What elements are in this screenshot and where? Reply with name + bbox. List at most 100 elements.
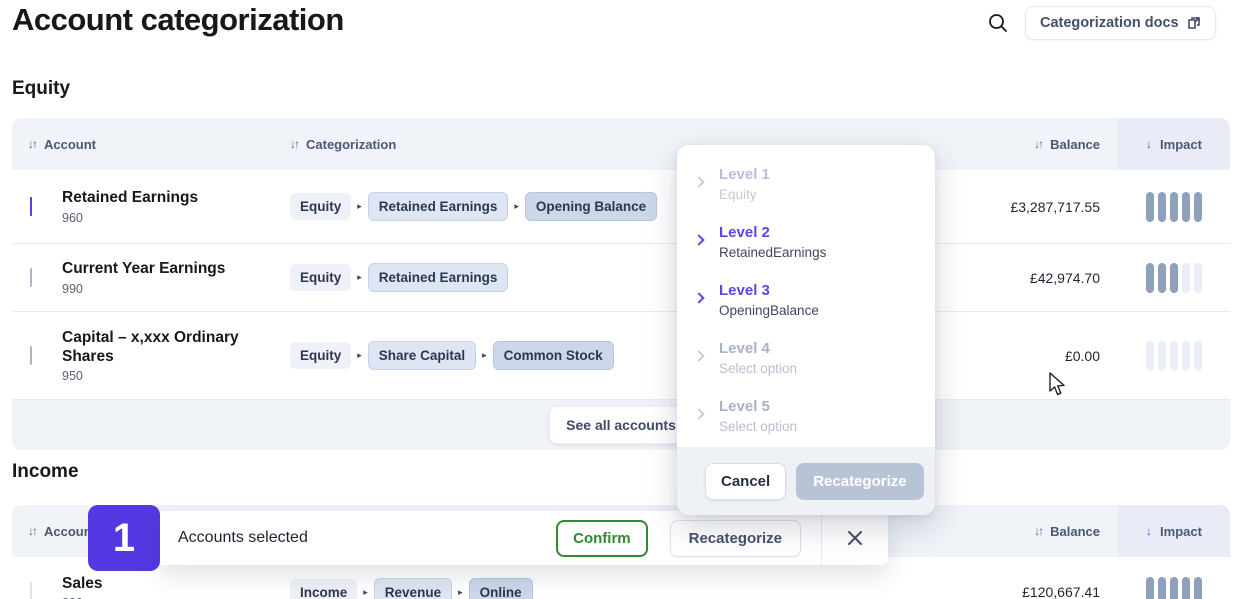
sort-down-icon[interactable]: ↓ [1146,137,1152,151]
column-header-impact[interactable]: ↓ Impact [1118,118,1230,170]
categorization-docs-label: Categorization docs [1040,15,1179,31]
tag-separator-icon: ▸ [514,201,519,212]
category-tag[interactable]: Equity [290,264,351,291]
sort-icon[interactable]: ↓↑ [28,524,36,538]
level-value: OpeningBalance [719,303,819,318]
impact-meter [1146,263,1202,293]
tag-separator-icon: ▸ [357,201,362,212]
impact-meter [1146,577,1202,599]
toast-recategorize-button[interactable]: Recategorize [670,520,801,557]
sort-icon[interactable]: ↓↑ [1034,137,1042,151]
column-header-account[interactable]: ↓↑ Account [12,118,290,170]
category-tag[interactable]: Retained Earnings [368,192,509,221]
account-name: Retained Earnings [62,188,280,207]
account-name: Capital – x,xxx Ordinary Shares [62,328,280,367]
section-heading-equity: Equity [12,78,70,100]
category-tag[interactable]: Opening Balance [525,192,657,221]
category-tag[interactable]: Equity [290,342,351,369]
search-icon [986,11,1010,35]
balance-value: £3,287,717.55 [908,199,1118,215]
popup-level-4[interactable]: Level 4 Select option [677,331,935,389]
recategorize-button-disabled[interactable]: Recategorize [796,463,923,500]
table-row-retained-earnings[interactable]: Retained Earnings 960 Equity ▸ Retained … [12,170,1230,244]
level-label: Level 3 [719,282,819,299]
sort-icon[interactable]: ↓↑ [28,137,36,151]
categorization-docs-button[interactable]: Categorization docs [1025,6,1216,40]
popup-level-5[interactable]: Level 5 Select option [677,389,935,447]
confirm-button[interactable]: Confirm [556,520,648,557]
row-checkbox[interactable] [30,582,32,599]
popup-level-list: Level 1 Equity Level 2 RetainedEarnings … [677,145,935,447]
popup-footer: Cancel Recategorize [677,447,935,515]
tag-separator-icon: ▸ [482,350,487,361]
chevron-right-icon [693,292,704,303]
sort-down-icon[interactable]: ↓ [1146,524,1152,538]
table-row-capital-ordinary-shares[interactable]: Capital – x,xxx Ordinary Shares 950 Equi… [12,312,1230,400]
level-value: RetainedEarnings [719,245,826,260]
impact-meter [1146,192,1202,222]
level-label: Level 2 [719,224,826,241]
selection-toast-label: Accounts selected [178,529,308,547]
column-header-balance[interactable]: ↓↑ Balance [908,505,1118,557]
tag-separator-icon: ▸ [357,272,362,283]
level-label: Level 5 [719,398,797,415]
equity-table: ↓↑ Account ↓↑ Categorization ↓↑ Balance … [12,118,1230,450]
category-tag[interactable]: Online [469,578,533,599]
account-code: 990 [62,282,280,296]
balance-value: £120,667.41 [908,584,1118,599]
column-header-balance[interactable]: ↓↑ Balance [908,118,1118,170]
selection-toast-bar: Accounts selected Confirm Recategorize [160,511,888,565]
category-tag[interactable]: Share Capital [368,341,476,370]
equity-table-header: ↓↑ Account ↓↑ Categorization ↓↑ Balance … [12,118,1230,170]
sort-icon[interactable]: ↓↑ [290,137,298,151]
chevron-right-icon [693,350,704,361]
popup-level-3[interactable]: Level 3 OpeningBalance [677,273,935,331]
account-name: Current Year Earnings [62,259,280,278]
account-code: 950 [62,369,280,383]
section-heading-income: Income [12,461,79,483]
column-header-balance-label: Balance [1050,137,1100,152]
column-header-impact-label: Impact [1160,524,1202,539]
level-label: Level 1 [719,166,770,183]
balance-value: £42,974.70 [908,270,1118,286]
tag-separator-icon: ▸ [458,587,463,598]
tag-separator-icon: ▸ [357,350,362,361]
account-code: 960 [62,211,280,225]
popup-level-1[interactable]: Level 1 Equity [677,157,935,215]
level-value: Select option [719,419,797,434]
tag-separator-icon: ▸ [363,587,368,598]
chevron-right-icon [693,234,704,245]
column-header-impact[interactable]: ↓ Impact [1118,505,1230,557]
sort-icon[interactable]: ↓↑ [1034,524,1042,538]
chevron-right-icon [693,408,704,419]
category-tag[interactable]: Common Stock [493,341,614,370]
row-checkbox[interactable] [30,197,32,216]
column-header-balance-label: Balance [1050,524,1100,539]
category-tag[interactable]: Retained Earnings [368,263,509,292]
selected-count-badge: 1 [88,505,160,571]
level-label: Level 4 [719,340,797,357]
category-tag[interactable]: Income [290,579,357,599]
search-button[interactable] [985,11,1011,37]
column-header-account-label: Account [44,137,96,152]
column-header-impact-label: Impact [1160,137,1202,152]
close-button[interactable] [822,511,888,565]
account-categorization-page: Account categorization Categorization do… [0,0,1242,599]
page-title: Account categorization [12,2,344,38]
recategorize-popup: Level 1 Equity Level 2 RetainedEarnings … [677,145,935,515]
level-value: Equity [719,187,770,202]
row-checkbox[interactable] [30,346,32,365]
see-all-accounts-button[interactable]: See all accounts [549,406,693,444]
account-name: Sales [62,574,280,593]
level-value: Select option [719,361,797,376]
equity-table-footer: See all accounts [12,400,1230,450]
row-checkbox[interactable] [30,268,32,287]
popup-level-2[interactable]: Level 2 RetainedEarnings [677,215,935,273]
cancel-button[interactable]: Cancel [705,463,786,500]
table-row-current-year-earnings[interactable]: Current Year Earnings 990 Equity ▸ Retai… [12,244,1230,312]
external-link-icon [1187,16,1201,30]
balance-value: £0.00 [908,348,1118,364]
impact-meter [1146,341,1202,371]
category-tag[interactable]: Revenue [374,578,452,599]
category-tag[interactable]: Equity [290,193,351,220]
